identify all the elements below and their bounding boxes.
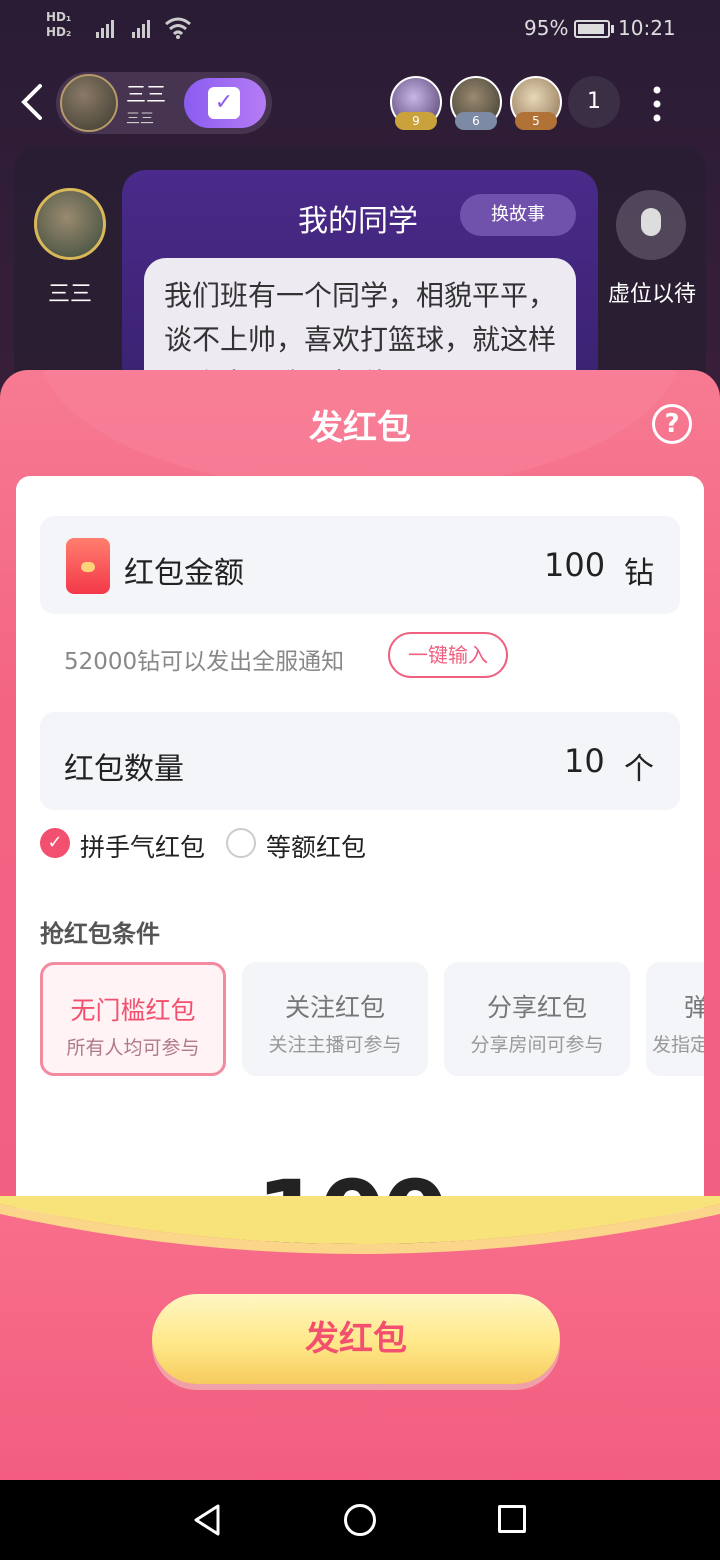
condition-no-threshold[interactable]: 无门槛红包 所有人均可参与 bbox=[40, 962, 226, 1076]
host-avatar[interactable] bbox=[60, 74, 118, 132]
condition-name: 分享红包 bbox=[486, 993, 587, 1022]
host-subtitle: 三三 bbox=[126, 111, 154, 127]
clock: 10:21 bbox=[618, 16, 676, 40]
conditions-title: 抢红包条件 bbox=[40, 920, 160, 948]
chevron-left-icon bbox=[21, 84, 42, 120]
notice-text: 52000钻可以发出全服通知 bbox=[64, 649, 345, 675]
condition-desc: 所有人均可参与 bbox=[66, 1037, 200, 1059]
condition-desc: 分享房间可参与 bbox=[470, 1034, 604, 1056]
viewer-level-badge: 9 bbox=[395, 112, 437, 130]
condition-danmu[interactable]: 弹 发指定 bbox=[646, 962, 704, 1076]
seat-avatar[interactable] bbox=[34, 188, 106, 260]
battery-tip bbox=[611, 25, 614, 33]
nav-home-icon[interactable] bbox=[344, 1504, 376, 1536]
condition-name: 无门槛红包 bbox=[70, 996, 196, 1025]
empty-seat-mic[interactable] bbox=[616, 190, 686, 260]
story-title: 我的同学 bbox=[298, 204, 418, 239]
calendar-check-icon: ✓ bbox=[208, 87, 240, 119]
send-red-packet-button[interactable]: 发红包 bbox=[152, 1294, 560, 1384]
seat-name: 三三 bbox=[48, 282, 93, 307]
nav-back-icon[interactable] bbox=[190, 1502, 226, 1538]
help-icon[interactable]: ? bbox=[652, 404, 692, 444]
empty-seat-label: 虚位以待 bbox=[608, 282, 697, 307]
condition-desc: 发指定 bbox=[652, 1034, 704, 1056]
count-input[interactable]: 10 bbox=[564, 742, 605, 780]
switch-story-button[interactable]: 换故事 bbox=[460, 194, 576, 236]
amount-unit: 钻 bbox=[624, 556, 654, 591]
nav-recent-icon[interactable] bbox=[498, 1505, 526, 1533]
condition-desc: 关注主播可参与 bbox=[268, 1034, 402, 1056]
radio-lucky-checked[interactable]: ✓ bbox=[40, 828, 70, 858]
send-button-label: 发红包 bbox=[305, 1319, 407, 1359]
condition-follow[interactable]: 关注红包 关注主播可参与 bbox=[242, 962, 428, 1076]
more-vertical-icon[interactable] bbox=[646, 84, 668, 124]
sheet-title: 发红包 bbox=[309, 408, 411, 448]
red-packet-icon bbox=[66, 538, 110, 594]
condition-name: 关注红包 bbox=[284, 993, 385, 1022]
amount-input[interactable]: 100 bbox=[544, 546, 605, 584]
host-name: 三三 bbox=[126, 82, 166, 106]
count-unit: 个 bbox=[624, 752, 654, 787]
battery-percent: 95% bbox=[524, 16, 569, 40]
viewer-count[interactable]: 1 bbox=[568, 76, 620, 128]
condition-name: 弹 bbox=[684, 993, 704, 1022]
microphone-icon bbox=[641, 208, 661, 236]
signal-icon bbox=[84, 14, 164, 45]
back-button[interactable] bbox=[16, 82, 48, 122]
radio-equal-unchecked[interactable] bbox=[226, 828, 256, 858]
amount-label: 红包金额 bbox=[124, 556, 244, 591]
battery-icon bbox=[574, 20, 610, 38]
quick-input-button[interactable]: 一键输入 bbox=[388, 632, 508, 678]
viewer-level-badge: 6 bbox=[455, 112, 497, 130]
follow-button[interactable]: ✓ bbox=[184, 78, 266, 128]
conditions-scroller[interactable]: 无门槛红包 所有人均可参与 关注红包 关注主播可参与 分享红包 分享房间可参与 … bbox=[0, 960, 704, 1080]
condition-share[interactable]: 分享红包 分享房间可参与 bbox=[444, 962, 630, 1076]
viewer-level-badge: 5 bbox=[515, 112, 557, 130]
radio-equal-label[interactable]: 等额红包 bbox=[266, 828, 366, 864]
wifi-icon bbox=[165, 17, 191, 39]
radio-lucky-label[interactable]: 拼手气红包 bbox=[80, 828, 205, 864]
count-label: 红包数量 bbox=[64, 752, 184, 787]
hd-indicators: HD₁ HD₂ bbox=[46, 10, 72, 39]
status-bar: HD₁ HD₂ 95% 10:21 bbox=[0, 0, 720, 60]
